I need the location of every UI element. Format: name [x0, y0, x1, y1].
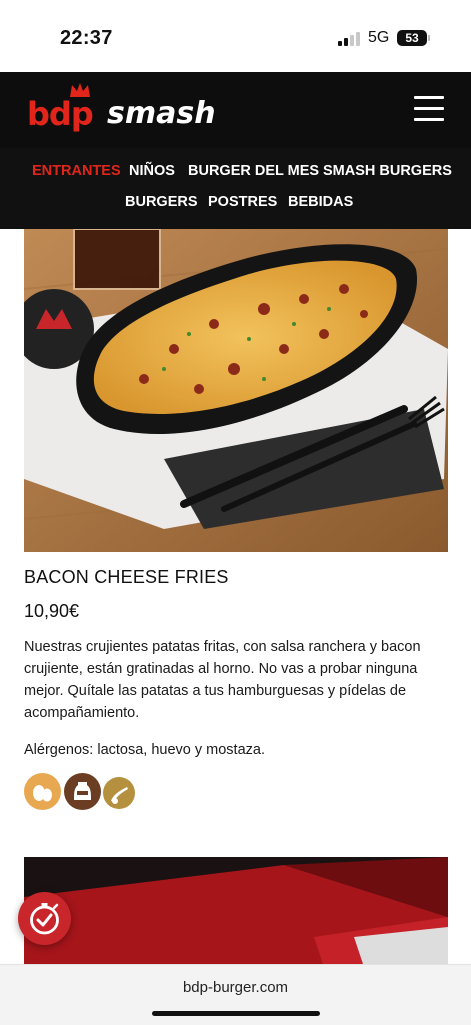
logo-bdp-text: bdp: [27, 95, 94, 133]
site-header: bdp smash: [0, 72, 471, 148]
bacon-cheese-fries-photo: [24, 229, 448, 552]
hamburger-menu-icon[interactable]: [414, 96, 444, 122]
category-ninos[interactable]: NIÑOS: [129, 163, 175, 179]
category-burgers[interactable]: BURGERS: [125, 194, 198, 210]
allergens-text: Alérgenos: lactosa, huevo y mostaza.: [24, 742, 265, 758]
category-smash-burgers[interactable]: SMASH BURGERS: [323, 163, 452, 179]
category-nav: ENTRANTES NIÑOS BURGER DEL MES SMASH BUR…: [0, 148, 471, 229]
battery-level: 53: [405, 31, 419, 45]
product-title: BACON CHEESE FRIES: [24, 567, 229, 587]
category-postres[interactable]: POSTRES: [208, 194, 277, 210]
product-image: [24, 229, 448, 552]
signal-icon: [338, 32, 362, 46]
stopwatch-check-icon[interactable]: [18, 892, 71, 945]
category-entrantes[interactable]: ENTRANTES: [32, 163, 121, 179]
browser-url-bar[interactable]: bdp-burger.com: [0, 964, 471, 1025]
egg-allergen-icon: [24, 773, 61, 810]
product-description: Nuestras crujientes patatas fritas, con …: [24, 639, 421, 721]
next-product-image: [24, 857, 448, 967]
product-price: 10,90€: [24, 601, 80, 621]
battery-cap: [428, 35, 430, 41]
milk-allergen-icon: [64, 773, 101, 810]
mustard-allergen-icon: [103, 777, 135, 809]
home-indicator[interactable]: [152, 1011, 320, 1016]
category-burger-del-mes[interactable]: BURGER DEL MES: [188, 163, 319, 179]
status-bar: 22:37 5G 53: [0, 0, 471, 72]
battery-icon: 53: [397, 30, 427, 46]
network-type: 5G: [368, 29, 390, 46]
url-text[interactable]: bdp-burger.com: [0, 979, 471, 996]
logo-smash-text: smash: [107, 96, 216, 131]
category-bebidas[interactable]: BEBIDAS: [288, 194, 353, 210]
status-time: 22:37: [60, 27, 113, 49]
